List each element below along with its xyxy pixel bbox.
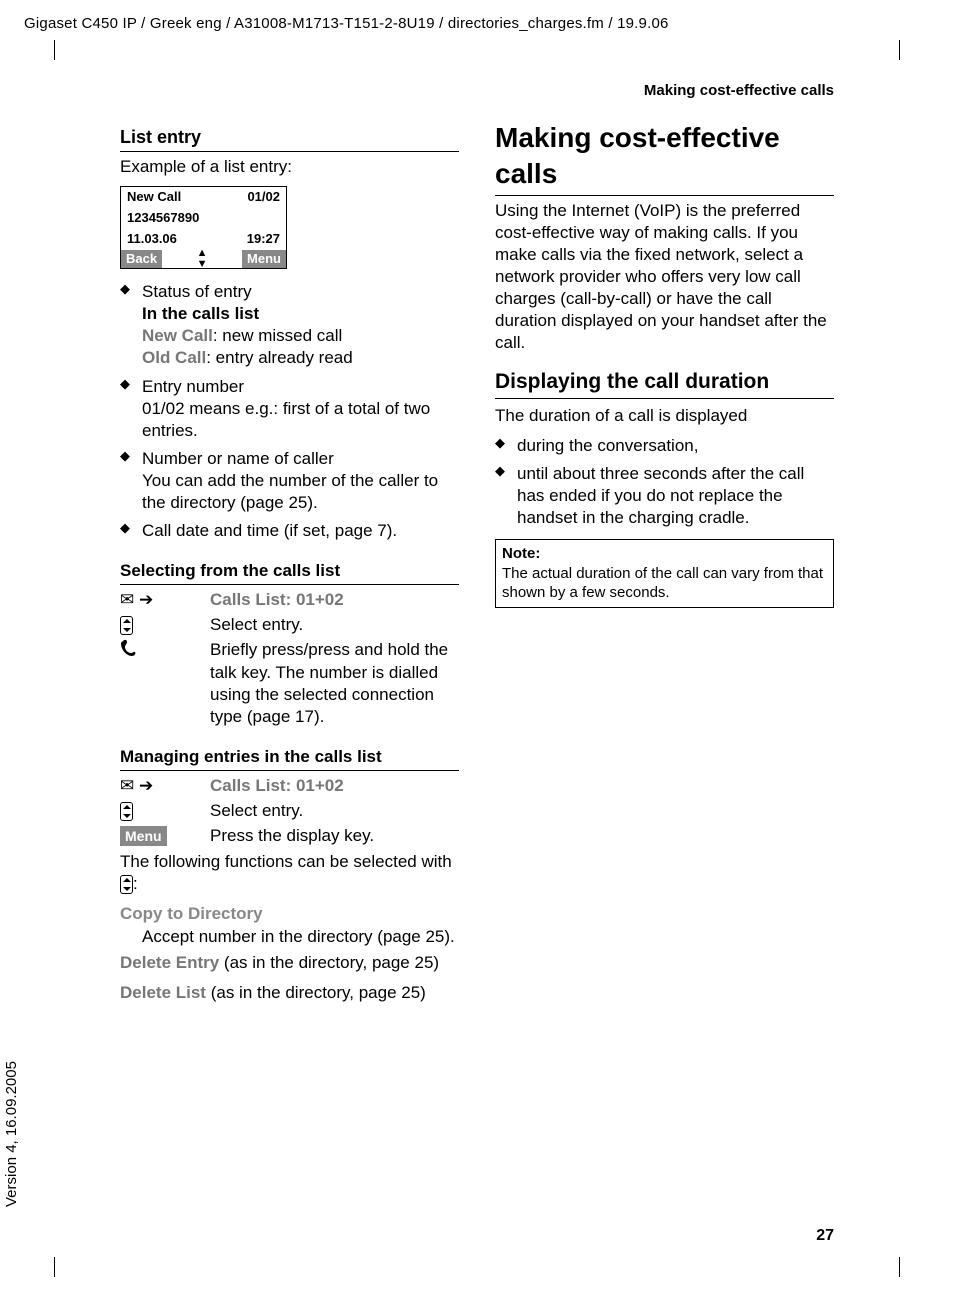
talk-key-icon [120,639,210,727]
text: Entry number [142,377,244,396]
list-item: Number or name of caller You can add the… [142,448,459,514]
doc-header: Gigaset C450 IP / Greek eng / A31008-M17… [24,15,930,32]
heading-displaying-duration: Displaying the call duration [495,368,834,398]
page-number: 27 [816,1227,834,1245]
key-row: ✉ ➔ Calls List: 01+02 [120,589,459,611]
text: Using the Internet (VoIP) is the preferr… [495,200,834,355]
envelope-icon: ✉ ➔ [120,775,210,797]
text: 01/02 means e.g.: first of a total of tw… [142,399,430,440]
text: Press the display key. [210,825,459,847]
disp-status: New Call [127,189,181,206]
key-row: ✉ ➔ Calls List: 01+02 [120,775,459,797]
key-row: Select entry. [120,614,459,636]
menu-delete-entry: Delete Entry [120,953,219,972]
list-item: Call date and time (if set, page 7). [142,520,459,542]
text: Example of a list entry: [120,156,459,178]
text: Briefly press/press and hold the talk ke… [210,639,459,727]
nav-key-icon [120,802,133,821]
text: Status of entry [142,282,252,301]
content-columns: List entry Example of a list entry: New … [120,120,834,1247]
text: You can add the number of the caller to … [142,471,438,512]
text: Delete Entry (as in the directory, page … [120,952,459,974]
text: Select entry. [210,800,459,822]
heading-list-entry: List entry [120,126,459,152]
softkey-back: Back [121,250,162,268]
menu-key-icon: Menu [120,826,167,846]
disp-time: 19:27 [247,231,280,248]
text: (as in the directory, page 25) [206,983,426,1002]
nav-key-icon [120,616,133,635]
envelope-icon: ✉ ➔ [120,589,210,611]
menu-path: Calls List: 01+02 [210,589,459,611]
disp-number: 1234567890 [127,210,199,227]
note-box: Note: The actual duration of the call ca… [495,539,834,608]
menu-path: Calls List: 01+02 [210,775,459,797]
text: Delete List (as in the directory, page 2… [120,982,459,1004]
text: In the calls list [142,304,259,323]
heading-selecting: Selecting from the calls list [120,560,459,585]
label-new-call: New Call [142,326,213,345]
text: (as in the directory, page 25) [219,953,439,972]
text: The following functions can be selected … [120,852,452,871]
text: The following functions can be selected … [120,851,459,895]
note-heading: Note: [502,544,827,564]
text: Accept number in the directory (page 25)… [142,926,459,948]
heading-making-cost-effective: Making cost-effective calls [495,120,834,196]
crop-mark [54,40,75,60]
nav-key-icon [120,875,133,894]
text: The duration of a call is displayed [495,405,834,427]
crop-mark [879,1257,900,1277]
disp-date: 11.03.06 [127,231,177,248]
key-row: Briefly press/press and hold the talk ke… [120,639,459,727]
list-item: Entry number 01/02 means e.g.: first of … [142,376,459,442]
crop-mark [54,1257,75,1277]
softkey-menu: Menu [242,250,286,268]
list-item: Status of entry In the calls list New Ca… [142,281,459,369]
list-item: until about three seconds after the call… [517,463,834,529]
label-old-call: Old Call [142,348,206,367]
bullet-list: during the conversation, until about thr… [495,435,834,529]
text: : new missed call [213,326,342,345]
list-item: during the conversation, [517,435,834,457]
version-footer: Version 4, 16.09.2005 [3,1061,20,1207]
phone-display-example: New Call 01/02 1234567890 11.03.06 19:27… [120,186,287,269]
menu-delete-list: Delete List [120,983,206,1002]
disp-count: 01/02 [247,189,280,206]
crop-mark [879,40,900,60]
text: : entry already read [206,348,352,367]
text: Select entry. [210,614,459,636]
key-row: Menu Press the display key. [120,825,459,847]
text: Number or name of caller [142,449,334,468]
note-text: The actual duration of the call can vary… [502,564,827,603]
bullet-list: Status of entry In the calls list New Ca… [120,281,459,542]
key-row: Select entry. [120,800,459,822]
heading-managing: Managing entries in the calls list [120,746,459,771]
running-head: Making cost-effective calls [644,82,834,99]
menu-copy-to-directory: Copy to Directory [120,903,459,925]
nav-updown-icon: ▲▼ [197,248,208,270]
text: : [133,874,138,893]
